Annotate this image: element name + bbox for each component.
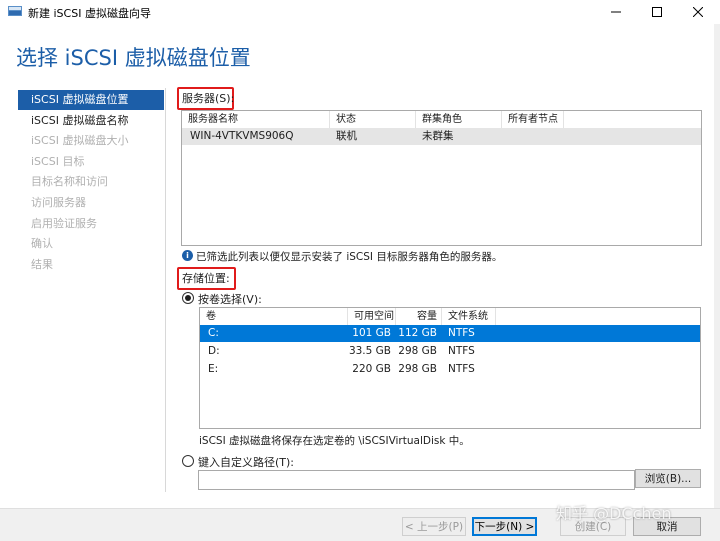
table-row[interactable]: C: 101 GB 112 GB NTFS	[200, 325, 700, 342]
maximize-button[interactable]	[637, 0, 677, 24]
nav-item-results: 结果	[31, 257, 53, 271]
page-title: 选择 iSCSI 虚拟磁盘位置	[16, 46, 251, 70]
column-header-file-system[interactable]: 文件系统	[442, 308, 496, 325]
free-space-cell: 33.5 GB	[348, 345, 391, 357]
window-title: 新建 iSCSI 虚拟磁盘向导	[28, 7, 151, 20]
volume-save-note: iSCSI 虚拟磁盘将保存在选定卷的 \iSCSIVirtualDisk 中。	[199, 435, 470, 447]
server-table-header: 服务器名称 状态 群集角色 所有者节点	[182, 111, 701, 128]
column-header-volume[interactable]: 卷	[200, 308, 348, 325]
close-icon	[693, 7, 703, 17]
wizard-step-list: iSCSI 虚拟磁盘位置 iSCSI 虚拟磁盘名称 iSCSI 虚拟磁盘大小 i…	[18, 90, 164, 275]
table-row[interactable]: WIN-4VTKVMS906Q 联机 未群集	[182, 128, 701, 145]
free-space-cell: 101 GB	[352, 327, 391, 339]
volume-table: 卷 可用空间 容量 文件系统 C: 101 GB 112 GB NTFS D: …	[199, 307, 701, 429]
file-system-cell: NTFS	[448, 327, 475, 339]
server-owner-cell	[502, 128, 582, 145]
volume-cell: D:	[208, 345, 220, 357]
column-header-free-space[interactable]: 可用空间	[348, 308, 396, 325]
nav-divider	[165, 88, 166, 492]
column-header-capacity[interactable]: 容量	[396, 308, 442, 325]
nav-item-access-servers: 访问服务器	[31, 195, 86, 209]
maximize-icon	[652, 7, 662, 17]
title-bar: 新建 iSCSI 虚拟磁盘向导	[0, 0, 720, 24]
column-header-cluster-role[interactable]: 群集角色	[416, 111, 502, 128]
server-status-cell: 联机	[336, 130, 357, 142]
watermark: 知乎 @DCchen	[556, 504, 672, 523]
table-row[interactable]: D: 33.5 GB 298 GB NTFS	[200, 343, 700, 360]
minimize-icon	[611, 11, 621, 13]
free-space-cell: 220 GB	[352, 363, 391, 375]
server-name-cell: WIN-4VTKVMS906Q	[190, 130, 294, 142]
nav-item-disk-location[interactable]: iSCSI 虚拟磁盘位置	[18, 90, 164, 110]
browse-button[interactable]: 浏览(B)...	[635, 469, 701, 488]
by-volume-radio[interactable]	[182, 292, 194, 304]
table-row[interactable]: E: 220 GB 298 GB NTFS	[200, 361, 700, 378]
previous-button[interactable]: < 上一步(P)	[402, 517, 466, 536]
radio-selected-dot	[185, 295, 191, 301]
window-edge	[714, 24, 720, 508]
file-system-cell: NTFS	[448, 345, 475, 357]
custom-path-input[interactable]	[198, 470, 635, 490]
column-header-server-name[interactable]: 服务器名称	[182, 111, 330, 128]
minimize-button[interactable]	[596, 0, 636, 24]
info-icon: i	[182, 250, 193, 261]
custom-path-label[interactable]: 键入自定义路径(T):	[198, 454, 294, 470]
nav-item-iscsi-target: iSCSI 目标	[31, 154, 85, 168]
server-table: 服务器名称 状态 群集角色 所有者节点 WIN-4VTKVMS906Q 联机 未…	[181, 110, 702, 246]
volume-table-header: 卷 可用空间 容量 文件系统	[200, 308, 700, 325]
close-button[interactable]	[678, 0, 718, 24]
capacity-cell: 298 GB	[398, 345, 437, 357]
capacity-cell: 298 GB	[398, 363, 437, 375]
custom-path-radio[interactable]	[182, 455, 194, 467]
storage-section-label: 存储位置:	[182, 272, 230, 285]
server-cluster-role-cell: 未群集	[422, 130, 454, 142]
server-filter-info: 已筛选此列表以便仅显示安装了 iSCSI 目标服务器角色的服务器。	[196, 251, 503, 263]
nav-item-target-name-access: 目标名称和访问	[31, 175, 108, 189]
server-section-label: 服务器(S):	[182, 92, 235, 105]
next-button[interactable]: 下一步(N) >	[472, 517, 537, 536]
by-volume-label[interactable]: 按卷选择(V):	[198, 291, 262, 307]
file-system-cell: NTFS	[448, 363, 475, 375]
volume-cell: C:	[208, 327, 219, 339]
capacity-cell: 112 GB	[398, 327, 437, 339]
nav-item-auth-services: 启用验证服务	[31, 216, 97, 230]
nav-item-confirm: 确认	[31, 237, 53, 251]
nav-item-disk-name[interactable]: iSCSI 虚拟磁盘名称	[18, 111, 164, 131]
column-header-owner-node[interactable]: 所有者节点	[502, 111, 564, 128]
app-icon	[8, 6, 22, 16]
column-header-status[interactable]: 状态	[330, 111, 416, 128]
nav-item-disk-size: iSCSI 虚拟磁盘大小	[31, 134, 129, 148]
volume-cell: E:	[208, 363, 219, 375]
